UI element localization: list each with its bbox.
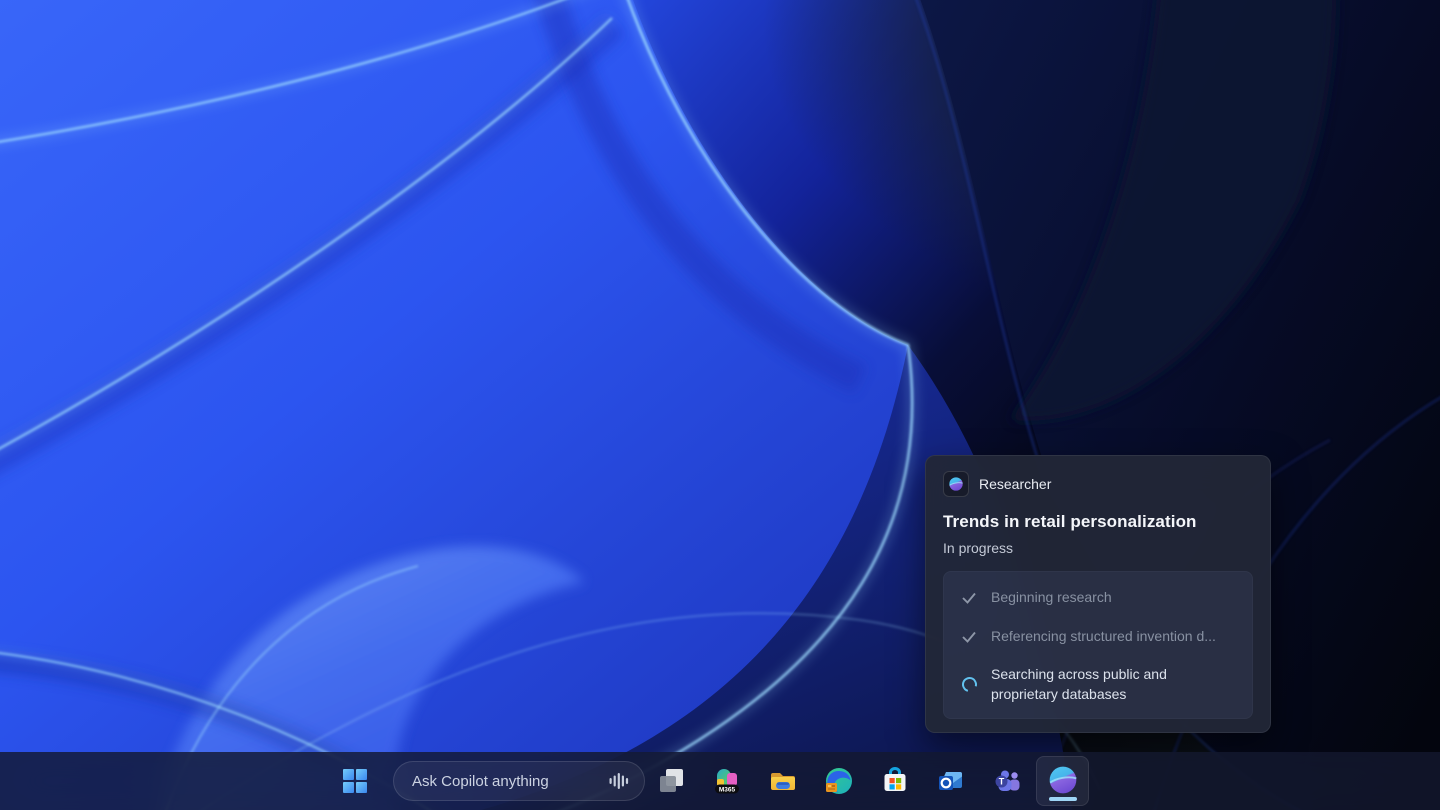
start-button[interactable]: [333, 759, 377, 803]
research-steps-panel: Beginning research Referencing structure…: [943, 571, 1253, 719]
researcher-logo-icon: [943, 471, 969, 497]
edge-browser-icon: [826, 768, 852, 794]
check-icon: [958, 625, 980, 647]
task-view-button[interactable]: [649, 759, 693, 803]
microsoft-store-button[interactable]: [873, 759, 917, 803]
outlook-button[interactable]: [929, 759, 973, 803]
researcher-app-button[interactable]: [1036, 756, 1089, 806]
step-row: Searching across public and proprietary …: [958, 664, 1238, 704]
step-label: Referencing structured invention d...: [991, 628, 1216, 644]
copilot-search-box[interactable]: Ask Copilot anything: [393, 761, 645, 801]
voice-waveform-icon[interactable]: [608, 770, 630, 792]
step-row: Beginning research: [958, 586, 1238, 608]
toast-app-name: Researcher: [979, 476, 1052, 492]
spinner-icon: [958, 673, 980, 695]
windows-start-icon: [343, 769, 367, 793]
edge-browser-button[interactable]: [817, 759, 861, 803]
step-row: Referencing structured invention d...: [958, 625, 1238, 647]
file-explorer-button[interactable]: [761, 759, 805, 803]
task-view-icon: [660, 769, 683, 792]
step-label: Beginning research: [991, 589, 1112, 605]
microsoft-365-icon: M365: [715, 769, 739, 794]
teams-button[interactable]: T: [985, 759, 1029, 803]
check-icon: [958, 586, 980, 608]
active-app-indicator: [1048, 797, 1077, 801]
researcher-notification-card[interactable]: Researcher Trends in retail personalizat…: [925, 455, 1271, 733]
toast-title: Trends in retail personalization: [943, 512, 1197, 531]
search-placeholder: Ask Copilot anything: [412, 772, 549, 790]
taskbar: Ask Copilot anything M365 T: [0, 752, 1440, 810]
outlook-icon: [939, 772, 962, 790]
teams-icon: T: [995, 770, 1020, 791]
toast-header: Researcher: [943, 471, 1253, 497]
step-label: Searching across public and proprietary …: [991, 666, 1167, 702]
microsoft-store-icon: [884, 767, 906, 791]
toast-status: In progress: [943, 540, 1014, 556]
svg-text:T: T: [999, 777, 1005, 787]
desktop: Researcher Trends in retail personalizat…: [0, 0, 1440, 810]
microsoft-365-button[interactable]: M365: [705, 759, 749, 803]
m365-badge-text: M365: [719, 787, 736, 794]
researcher-icon: [1049, 766, 1077, 794]
file-explorer-icon: [771, 773, 795, 790]
